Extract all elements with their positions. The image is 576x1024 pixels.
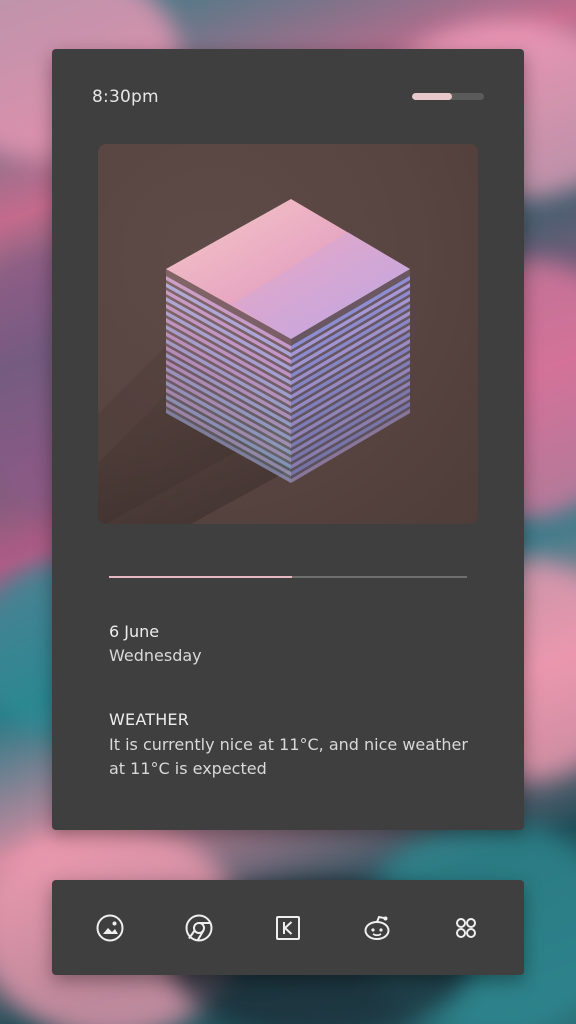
date-weekday: Wednesday (109, 646, 202, 665)
weather-description: It is currently nice at 11°C, and nice w… (109, 735, 468, 778)
chrome-icon[interactable] (179, 908, 219, 948)
battery-indicator (412, 93, 484, 100)
date-day: 6 June (109, 622, 160, 641)
weather-title: WEATHER (109, 710, 190, 729)
battery-level-fill (412, 93, 452, 100)
app-dock (52, 880, 524, 975)
reddit-icon[interactable] (357, 908, 397, 948)
clock-time: 8:30pm (92, 87, 159, 107)
stacked-cube-artwork (98, 199, 410, 524)
gallery-icon[interactable] (90, 908, 130, 948)
media-progress-fill (109, 576, 292, 578)
kustom-icon[interactable] (268, 908, 308, 948)
main-widget-card: 8:30pm 6 June Wednesday WEATHER It is cu… (52, 49, 524, 830)
apps-grid-icon[interactable] (446, 908, 486, 948)
media-progress-track[interactable] (109, 576, 467, 578)
album-art[interactable] (98, 144, 478, 524)
